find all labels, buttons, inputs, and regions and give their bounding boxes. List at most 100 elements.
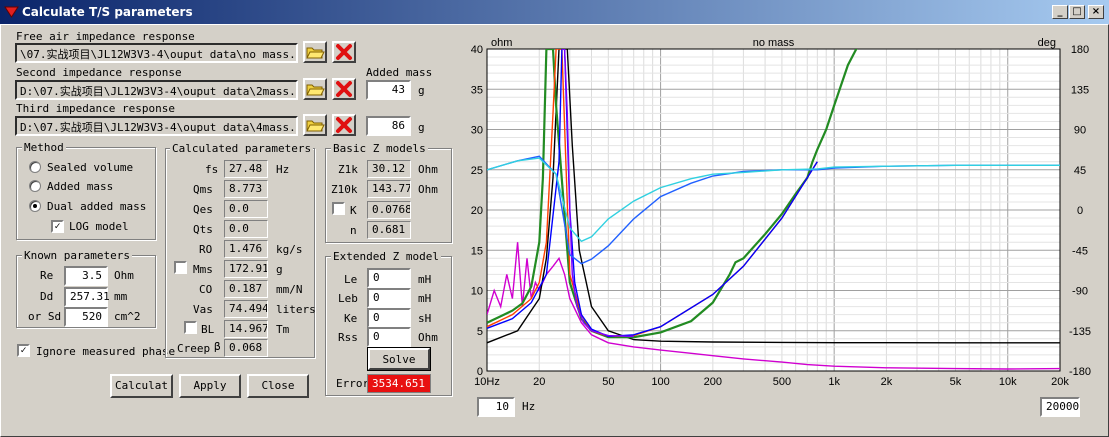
x-tick-label: 100 [651,376,669,388]
le-label: Le [344,273,358,286]
y2-axis-label: deg [1038,37,1056,49]
y-tick-label: 10 [471,286,483,298]
remove-free-air-button[interactable] [332,41,356,63]
app-icon [4,6,19,18]
open-second-button[interactable] [303,78,327,100]
second-impedance-path[interactable]: D:\07.实战项目\JL12W3V3-4\ouput data\2mass.t… [15,80,298,100]
mms-value: 172.91 [224,260,268,278]
fs-unit: Hz [276,163,290,176]
close-button[interactable]: Close [247,374,309,398]
y2-tick-label: -135 [1069,326,1091,338]
dd-label: Dd [40,290,54,303]
sealed-volume-radio[interactable] [29,161,41,173]
ignore-phase-checkbox[interactable]: ✓ [17,344,30,357]
co-label: CO [199,283,213,296]
y-tick-label: 40 [471,44,483,56]
mass3-unit: g [418,121,425,134]
folder-open-icon [306,84,325,96]
creep-value: 0.068 [224,339,268,357]
min-frequency-unit: Hz [522,400,536,413]
n-value: 0.681 [367,221,411,239]
x-tick-label: 20 [533,376,545,388]
bl-checkbox[interactable] [184,321,197,334]
added-mass-radio[interactable] [29,180,41,192]
folder-open-icon [306,47,325,59]
beta-symbol: β [214,340,221,353]
creep-label: Creep [177,342,211,355]
ro-unit: kg/s [276,243,303,256]
ignore-phase-label: Ignore measured phase [36,345,176,358]
delete-x-icon [336,117,352,133]
rss-label: Rss [338,331,358,344]
k-value: 0.07682 [367,201,411,219]
log-model-checkbox[interactable]: ✓ [51,220,64,233]
open-free-air-button[interactable] [303,41,327,63]
window-title: Calculate T/S parameters [22,5,193,19]
close-window-button[interactable]: × [1088,5,1104,19]
y-tick-label: 25 [471,165,483,177]
bl-unit: Tm [276,323,290,336]
y2-tick-label: 45 [1074,165,1086,177]
bl-value: 14.967 [224,320,268,338]
vas-unit: liters [276,303,316,316]
y2-tick-label: -90 [1072,286,1088,298]
added-mass-label: Added mass [366,66,433,79]
fs-label: fs [205,163,219,176]
vas-label: Vas [193,303,213,316]
maximize-button[interactable]: □ [1069,5,1085,19]
apply-button[interactable]: Apply [179,374,241,398]
third-impedance-label: Third impedance response [16,102,175,115]
leb-input[interactable]: 0 [367,288,411,308]
ke-input[interactable]: 0 [367,308,411,328]
fs-value: 27.48 [224,160,268,178]
open-third-button[interactable] [303,114,327,136]
minimize-button[interactable]: _ [1052,5,1068,19]
z10k-label: Z10k [331,183,358,196]
dd-input[interactable]: 257.31 [64,287,110,307]
k-checkbox[interactable] [332,202,345,215]
dual-added-mass-label: Dual added mass [47,200,147,213]
n-label: n [350,224,357,237]
sealed-volume-label: Sealed volume [47,161,134,174]
second-impedance-label: Second impedance response [16,66,182,79]
mass2-unit: g [418,84,425,97]
dd-unit: mm [114,290,128,303]
min-frequency-input[interactable]: 10 [477,397,515,417]
error-label: Error [336,377,370,390]
ke-label: Ke [344,312,358,325]
z1k-label: Z1k [338,163,358,176]
third-impedance-path[interactable]: D:\07.实战项目\JL12W3V3-4\ouput data\4mass.t… [15,116,298,136]
basic-z-models-title: Basic Z models [331,142,428,155]
x-tick-label: 500 [773,376,791,388]
re-input[interactable]: 3.5 [64,266,108,286]
le-input[interactable]: 0 [367,268,411,288]
z10k-unit: Ohm [418,183,438,196]
solve-button[interactable]: Solve [367,347,431,371]
y-tick-label: 15 [471,245,483,257]
max-frequency-input[interactable]: 20000 [1040,397,1080,417]
bl-label: BL [201,323,215,336]
remove-third-button[interactable] [332,114,356,136]
re-label: Re [40,269,54,282]
added-mass-3-input[interactable]: 86 [366,116,411,136]
added-mass-2-input[interactable]: 43 [366,80,411,100]
free-air-path[interactable]: \07.实战项目\JL12W3V3-4\ouput data\no mass.t… [15,43,298,63]
calculate-button[interactable]: Calculat [110,374,173,398]
y-tick-label: 35 [471,84,483,96]
chart-title: no mass [753,37,795,49]
y2-tick-label: -180 [1069,366,1091,378]
y2-tick-label: 180 [1071,44,1089,56]
mms-checkbox[interactable] [174,261,187,274]
x-tick-label: 10k [999,376,1017,388]
dual-added-mass-radio[interactable] [29,200,41,212]
y-axis-label: ohm [491,37,512,49]
sd-input[interactable]: 520 [64,307,108,327]
k-label: K [350,204,357,217]
qms-label: Qms [193,183,213,196]
y-tick-label: 20 [471,205,483,217]
rss-input[interactable]: 0 [367,327,411,347]
remove-second-button[interactable] [332,78,356,100]
qts-label: Qts [193,223,213,236]
x-tick-label: 2k [881,376,893,388]
impedance-chart[interactable]: 0510152025303540-180-135-90-450459013518… [462,36,1102,391]
